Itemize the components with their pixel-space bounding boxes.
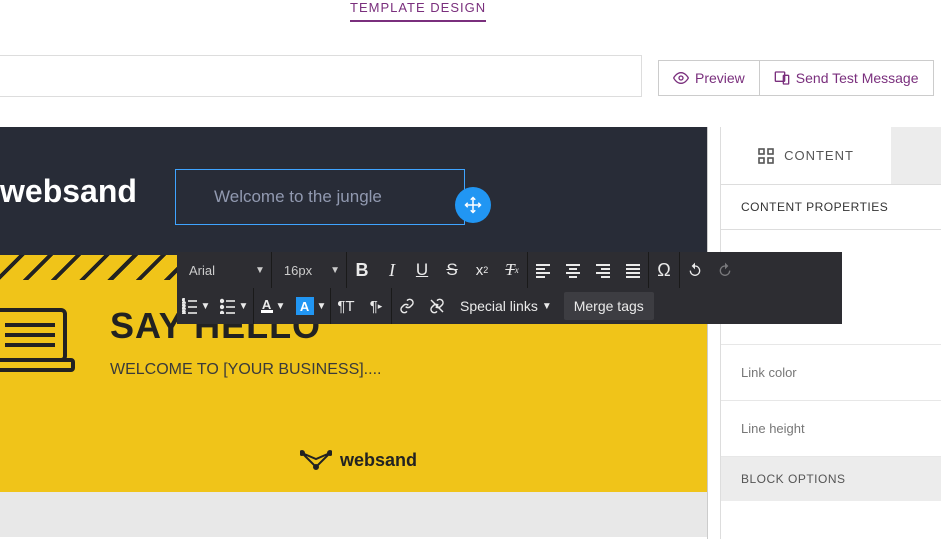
grey-block[interactable] [0, 492, 707, 537]
chevron-down-icon: ▼ [330, 265, 340, 276]
superscript-button[interactable]: x2 [467, 252, 497, 288]
email-header-block[interactable]: websand Welcome to the jungle [0, 127, 707, 255]
ordered-list-button[interactable]: 123▼ [177, 288, 215, 324]
paragraph-ltr-button[interactable]: ¶▸ [361, 288, 391, 324]
subject-input[interactable] [0, 55, 642, 97]
merge-tags-button[interactable]: Merge tags [564, 292, 654, 320]
italic-button[interactable]: I [377, 252, 407, 288]
grid-icon [758, 148, 774, 164]
special-char-button[interactable]: Ω [649, 252, 679, 288]
eye-icon [673, 70, 689, 86]
move-handle[interactable] [455, 187, 491, 223]
laptop-icon [0, 300, 85, 400]
chevron-down-icon: ▼ [201, 301, 211, 312]
email-canvas: websand Welcome to the jungle SAY HELLO … [0, 127, 708, 539]
svg-text:3: 3 [182, 311, 186, 314]
unlink-button[interactable] [422, 288, 452, 324]
special-links-dropdown[interactable]: Special links▼ [452, 288, 560, 324]
tab-content[interactable]: CONTENT [721, 127, 891, 184]
paragraph-rtl-button[interactable]: ¶T [331, 288, 361, 324]
align-center-button[interactable] [558, 252, 588, 288]
send-test-label: Send Test Message [796, 70, 919, 86]
align-justify-button[interactable] [618, 252, 648, 288]
unordered-list-button[interactable]: ▼ [215, 288, 253, 324]
font-size-select[interactable]: 16px▼ [272, 252, 347, 288]
side-panel: CONTENT CONTENT PROPERTIES Link color Li… [720, 127, 941, 539]
move-icon [464, 196, 482, 214]
content-properties-header: CONTENT PROPERTIES [721, 185, 941, 230]
chevron-down-icon: ▼ [317, 301, 327, 312]
hero-subtitle: WELCOME TO [YOUR BUSINESS].... [110, 361, 707, 379]
device-icon [774, 70, 790, 86]
font-family-select[interactable]: Arial▼ [177, 252, 272, 288]
chevron-down-icon: ▼ [255, 265, 265, 276]
send-test-button[interactable]: Send Test Message [759, 60, 934, 96]
redo-button[interactable] [710, 252, 740, 288]
font-color-button[interactable]: A▼ [254, 288, 292, 324]
tab-content-label: CONTENT [784, 148, 854, 163]
chevron-down-icon: ▼ [542, 301, 552, 312]
block-options-header: BLOCK OPTIONS [721, 457, 941, 501]
tab-template-design[interactable]: TEMPLATE DESIGN [350, 0, 486, 22]
header-logo: websand [0, 173, 137, 210]
preview-label: Preview [695, 70, 745, 86]
chevron-down-icon: ▼ [276, 301, 286, 312]
tab-other[interactable] [891, 127, 941, 184]
footer-logo-text: websand [340, 450, 417, 471]
link-button[interactable] [392, 288, 422, 324]
logo-mark-icon [300, 449, 332, 471]
selected-text-block[interactable]: Welcome to the jungle [175, 169, 465, 225]
rich-text-toolbar: Arial▼ 16px▼ B I U S x2 Tx Ω 123▼ ▼ A▼ A… [177, 252, 842, 324]
undo-button[interactable] [680, 252, 710, 288]
strikethrough-button[interactable]: S [437, 252, 467, 288]
align-left-button[interactable] [528, 252, 558, 288]
clear-format-button[interactable]: Tx [497, 252, 527, 288]
align-right-button[interactable] [588, 252, 618, 288]
chevron-down-icon: ▼ [239, 301, 249, 312]
underline-button[interactable]: U [407, 252, 437, 288]
highlight-color-button[interactable]: A▼ [292, 288, 330, 324]
preview-button[interactable]: Preview [658, 60, 759, 96]
bold-button[interactable]: B [347, 252, 377, 288]
line-height-row[interactable]: Line height [721, 401, 941, 457]
link-color-row[interactable]: Link color [721, 345, 941, 401]
footer-logo: websand [300, 449, 417, 471]
